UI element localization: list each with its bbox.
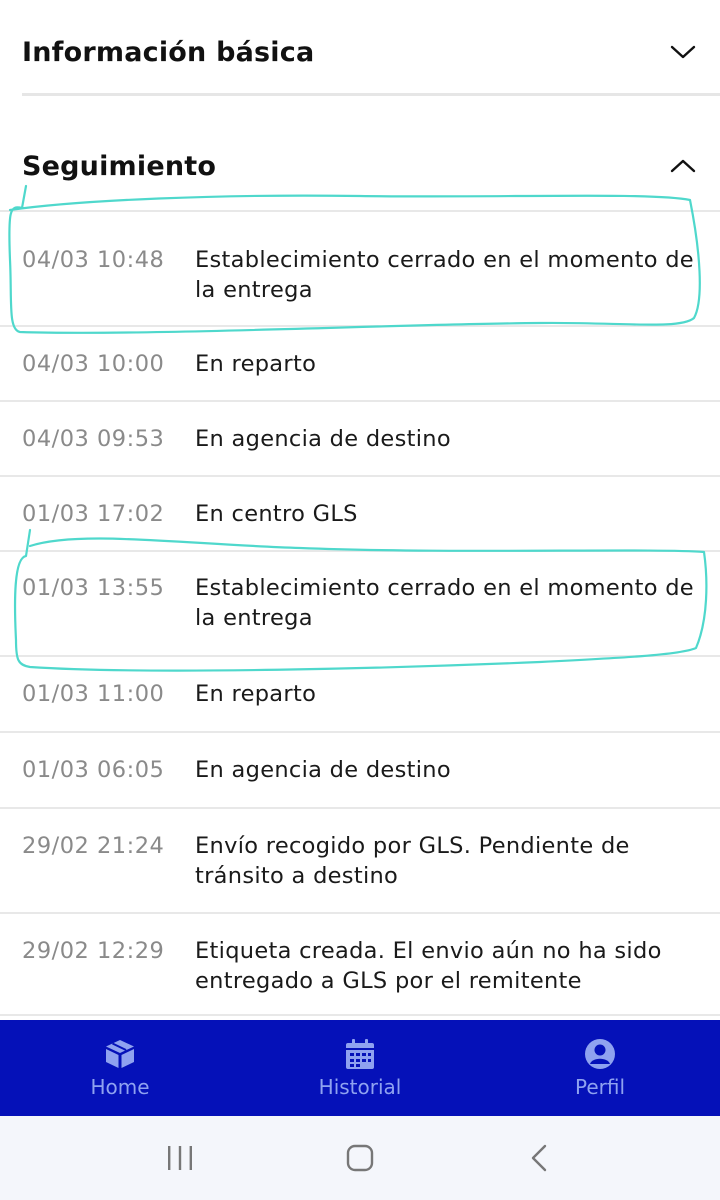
tracking-event: 29/02 12:29 Etiqueta creada. El envio aú… [0, 912, 720, 1016]
section-header-basic-info[interactable]: Información básica [22, 28, 698, 76]
event-timestamp: 04/03 09:53 [22, 426, 165, 452]
event-description: En reparto [195, 681, 317, 707]
nav-historial[interactable]: Historial [240, 1020, 480, 1116]
nav-home[interactable]: Home [0, 1020, 240, 1116]
tracking-event: 04/03 10:00 En reparto [0, 325, 720, 400]
event-timestamp: 29/02 21:24 [22, 833, 165, 859]
nav-label-perfil: Perfil [574, 1075, 626, 1099]
nav-perfil[interactable]: Perfil [480, 1020, 720, 1116]
section-header-tracking[interactable]: Seguimiento [22, 142, 698, 190]
event-description: En agencia de destino [195, 757, 451, 783]
event-description: Envío recogido por GLS. Pendiente de trá… [195, 833, 630, 889]
section-divider [22, 93, 720, 96]
back-icon[interactable] [510, 1128, 570, 1188]
tracking-event: 04/03 09:53 En agencia de destino [0, 400, 720, 475]
event-timestamp: 04/03 10:48 [22, 247, 165, 273]
event-description: En centro GLS [195, 501, 358, 527]
system-nav-bar [0, 1116, 720, 1200]
event-timestamp: 29/02 12:29 [22, 938, 165, 964]
home-circle-icon[interactable] [330, 1128, 390, 1188]
event-timestamp: 01/03 13:55 [22, 575, 165, 601]
chevron-up-icon[interactable] [668, 151, 698, 181]
bottom-nav: Home Historial Perfil [0, 1020, 720, 1116]
tracking-event: 01/03 06:05 En agencia de destino [0, 731, 720, 807]
section-title-tracking: Seguimiento [22, 150, 217, 182]
event-timestamp: 01/03 06:05 [22, 757, 165, 783]
nav-label-home: Home [90, 1075, 150, 1099]
event-description: En reparto [195, 351, 317, 377]
tracking-event: 29/02 21:24 Envío recogido por GLS. Pend… [0, 807, 720, 912]
user-icon [585, 1039, 615, 1069]
tracking-event: 04/03 10:48 Establecimiento cerrado en e… [0, 210, 720, 325]
event-description: Establecimiento cerrado en el momento de… [195, 575, 694, 631]
tracking-event-list: 04/03 10:48 Establecimiento cerrado en e… [0, 210, 720, 1016]
event-description: Etiqueta creada. El envio aún no ha sido… [195, 938, 662, 994]
chevron-down-icon[interactable] [668, 37, 698, 67]
section-title-basic-info: Información básica [22, 36, 315, 68]
event-timestamp: 04/03 10:00 [22, 351, 165, 377]
event-timestamp: 01/03 17:02 [22, 501, 165, 527]
event-description: Establecimiento cerrado en el momento de… [195, 247, 694, 303]
tracking-event: 01/03 11:00 En reparto [0, 655, 720, 731]
tracking-event: 01/03 13:55 Establecimiento cerrado en e… [0, 550, 720, 655]
event-timestamp: 01/03 11:00 [22, 681, 165, 707]
recents-icon[interactable] [150, 1128, 210, 1188]
nav-label-historial: Historial [318, 1075, 402, 1099]
calendar-icon [346, 1039, 374, 1069]
tracking-event: 01/03 17:02 En centro GLS [0, 475, 720, 550]
event-description: En agencia de destino [195, 426, 451, 452]
box-icon [106, 1040, 134, 1068]
